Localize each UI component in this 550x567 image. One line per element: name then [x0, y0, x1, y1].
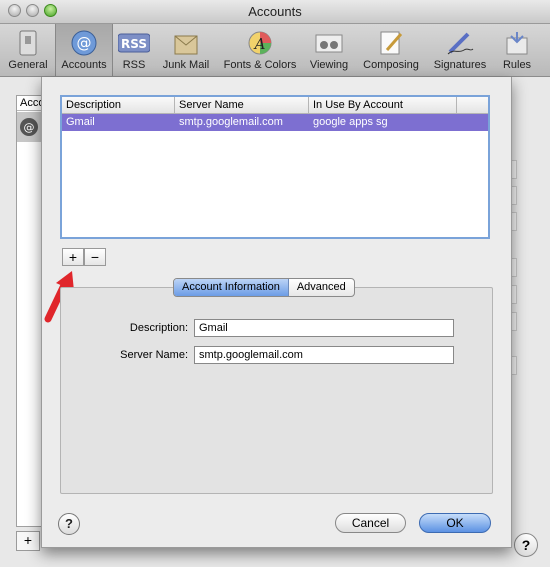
help-button[interactable]: ? [58, 513, 80, 535]
table-header: Description Server Name In Use By Accoun… [62, 97, 488, 114]
cell-description: Gmail [66, 116, 95, 128]
svg-text:@: @ [77, 34, 92, 52]
toolbar-item-composing[interactable]: Composing [358, 24, 424, 76]
smtp-server-sheet: Description Server Name In Use By Accoun… [41, 77, 512, 548]
window-title: Accounts [248, 4, 302, 19]
table-row[interactable]: Gmail smtp.googlemail.com google apps sg [62, 114, 488, 131]
svg-text:@: @ [24, 121, 35, 134]
rss-icon: RSS [118, 29, 150, 57]
cell-in-use-by-account: google apps sg [313, 116, 388, 128]
minimize-icon[interactable] [26, 4, 39, 17]
at-sign-icon: @ [68, 29, 100, 57]
ok-button[interactable]: OK [419, 513, 491, 533]
toolbar-item-general[interactable]: General [4, 24, 52, 76]
close-icon[interactable] [8, 4, 21, 17]
account-at-icon: @ [20, 118, 38, 136]
signatures-icon [444, 29, 476, 57]
tab-account-information[interactable]: Account Information [174, 279, 289, 296]
fonts-colors-icon: A [244, 29, 276, 57]
column-header-in-use-by-account[interactable]: In Use By Account [309, 97, 457, 113]
junk-mail-icon [170, 29, 202, 57]
server-name-label: Server Name: [120, 349, 188, 361]
preferences-toolbar: General @ Accounts RSS RSS Junk Mail A F… [0, 24, 550, 77]
remove-server-button[interactable]: − [84, 248, 106, 266]
description-field[interactable]: Gmail [194, 319, 454, 337]
zoom-icon[interactable] [44, 4, 57, 17]
column-header-empty [457, 97, 488, 113]
toolbar-item-accounts[interactable]: @ Accounts [55, 24, 113, 76]
svg-text:RSS: RSS [121, 37, 147, 51]
toolbar-item-rss[interactable]: RSS RSS [116, 24, 152, 76]
server-name-field[interactable]: smtp.googlemail.com [194, 346, 454, 364]
toolbar-item-viewing[interactable]: Viewing [306, 24, 352, 76]
tab-advanced[interactable]: Advanced [289, 279, 354, 296]
rules-icon [501, 29, 533, 57]
accounts-list[interactable]: Accou @ [16, 95, 42, 527]
general-switch-icon [12, 29, 44, 57]
toolbar-item-rules[interactable]: Rules [495, 24, 539, 76]
background-add-account-button[interactable]: + [16, 531, 40, 551]
accounts-list-header: Accou [17, 96, 41, 111]
toolbar-item-signatures[interactable]: Signatures [429, 24, 491, 76]
composing-icon [375, 29, 407, 57]
toolbar-item-fonts-colors[interactable]: A Fonts & Colors [219, 24, 301, 76]
viewing-icon [313, 29, 345, 57]
cell-server-name: smtp.googlemail.com [179, 116, 283, 128]
smtp-server-table[interactable]: Description Server Name In Use By Accoun… [60, 95, 490, 239]
window-controls [8, 4, 57, 17]
add-server-button[interactable]: + [62, 248, 84, 266]
background-help-button[interactable]: ? [514, 533, 538, 557]
svg-text:A: A [253, 35, 266, 53]
cancel-button[interactable]: Cancel [335, 513, 406, 533]
settings-tab-control: Account Information Advanced [173, 278, 355, 297]
column-header-server-name[interactable]: Server Name [175, 97, 309, 113]
description-label: Description: [129, 322, 188, 334]
title-bar: Accounts [0, 0, 550, 24]
accounts-list-selected-row[interactable]: @ [17, 112, 41, 142]
column-header-description[interactable]: Description [62, 97, 175, 113]
toolbar-item-junk-mail[interactable]: Junk Mail [158, 24, 214, 76]
